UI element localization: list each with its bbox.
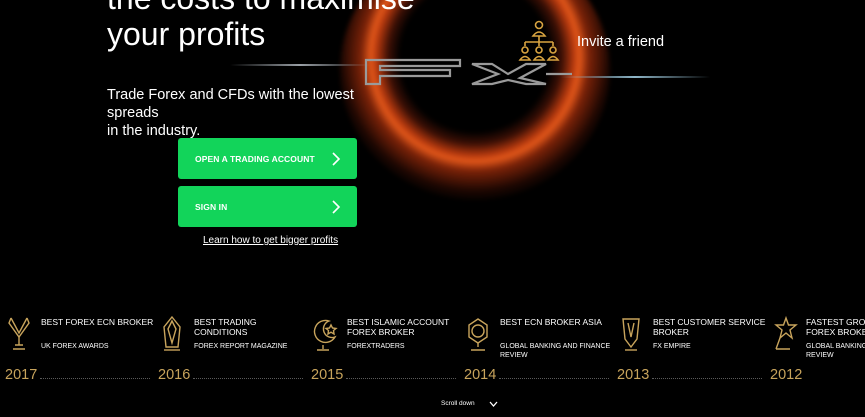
award-year: 2013 xyxy=(617,367,650,383)
open-trading-account-button[interactable]: OPEN A TRADING ACCOUNT xyxy=(178,138,357,179)
award-title: BEST CUSTOMER SERVICE BROKER xyxy=(653,317,766,337)
chevron-right-icon xyxy=(332,199,341,214)
award-item: BEST ISLAMIC ACCOUNT FOREX BROKER FOREXT… xyxy=(306,312,459,387)
scroll-down-label: Scroll down xyxy=(441,400,475,407)
award-item: BEST CUSTOMER SERVICE BROKER FX EMPIRE 2… xyxy=(612,312,765,387)
divider xyxy=(40,378,150,379)
award-item: BEST FOREX ECN BROKER UK FOREX AWARDS 20… xyxy=(0,312,153,387)
award-item: FASTEST GROW FOREX BROKER GLOBAL BANKING… xyxy=(765,312,865,387)
divider xyxy=(346,378,456,379)
hero-title-line: your profits xyxy=(107,16,266,52)
award-item: BEST ECN BROKER ASIA GLOBAL BANKING AND … xyxy=(459,312,612,387)
open-trading-account-label: OPEN A TRADING ACCOUNT xyxy=(195,153,315,164)
award-year: 2017 xyxy=(5,367,38,383)
scroll-down-button[interactable]: Scroll down xyxy=(441,400,498,407)
chevron-down-icon xyxy=(489,401,498,407)
award-source: GLOBAL BANKING REVIEW xyxy=(806,343,865,359)
divider xyxy=(652,378,762,379)
award-title: BEST TRADING CONDITIONS xyxy=(194,317,257,337)
award-year: 2016 xyxy=(158,367,191,383)
award-source: FX EMPIRE xyxy=(653,343,691,350)
award-title: BEST FOREX ECN BROKER xyxy=(41,317,154,327)
award-source: UK FOREX AWARDS xyxy=(41,343,109,350)
award-star-icon xyxy=(774,315,798,350)
sign-in-button[interactable]: SIGN IN xyxy=(178,186,357,227)
hero-title: the costs to maximise your profits xyxy=(107,0,415,52)
award-title: BEST ISLAMIC ACCOUNT FOREX BROKER xyxy=(347,317,450,337)
hero-streak xyxy=(230,64,370,66)
award-title: FASTEST GROW FOREX BROKER xyxy=(806,317,865,337)
divider xyxy=(193,378,303,379)
award-globe-icon xyxy=(468,318,488,351)
learn-bigger-profits-link[interactable]: Learn how to get bigger profits xyxy=(203,235,338,246)
sign-in-label: SIGN IN xyxy=(195,201,228,212)
award-year: 2014 xyxy=(464,367,497,383)
crescent-star-icon xyxy=(313,319,338,351)
award-source: FOREXTRADERS xyxy=(347,343,405,350)
divider xyxy=(499,378,609,379)
hero-subtitle-line: Trade Forex and CFDs with the lowest spr… xyxy=(107,87,354,121)
awards-strip: BEST FOREX ECN BROKER UK FOREX AWARDS 20… xyxy=(0,312,865,387)
referral-network-icon xyxy=(518,20,560,61)
award-year: 2015 xyxy=(311,367,344,383)
award-trophy-icon xyxy=(8,317,30,350)
hero-subtitle: Trade Forex and CFDs with the lowest spr… xyxy=(107,86,407,140)
chevron-right-icon xyxy=(332,151,341,166)
award-crystal-icon xyxy=(163,315,181,351)
award-source: FOREX REPORT MAGAZINE xyxy=(194,343,288,350)
award-source: GLOBAL BANKING AND FINANCE REVIEW xyxy=(500,343,611,359)
award-year: 2012 xyxy=(770,367,803,383)
hero-streak xyxy=(560,76,710,78)
invite-friend-label: Invite a friend xyxy=(577,34,665,50)
hero-title-line: the costs to maximise xyxy=(107,0,415,16)
award-title: BEST ECN BROKER ASIA xyxy=(500,317,602,327)
award-shield-icon xyxy=(622,318,640,351)
award-item: BEST TRADING CONDITIONS FOREX REPORT MAG… xyxy=(153,312,306,387)
invite-friend-link[interactable]: Invite a friend xyxy=(515,18,664,66)
